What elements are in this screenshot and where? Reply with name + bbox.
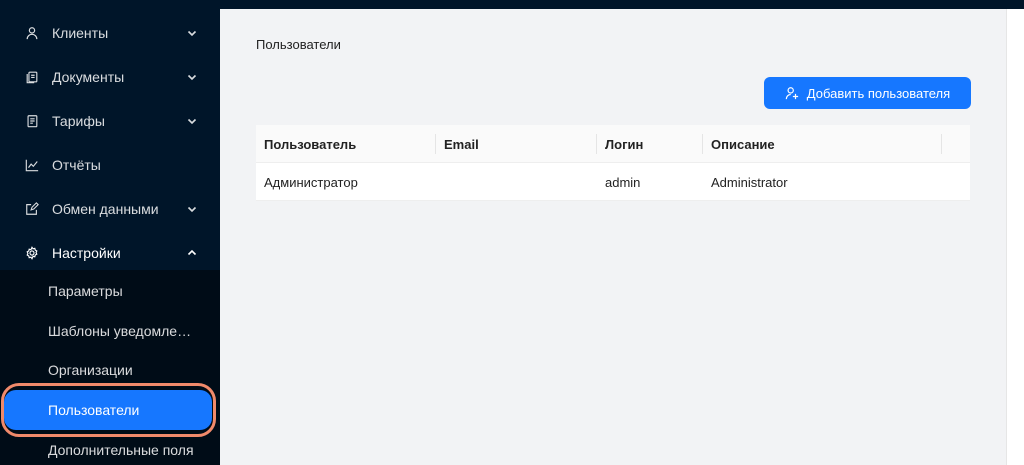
- scrollbar-track[interactable]: [1006, 9, 1024, 465]
- user-icon: [24, 25, 40, 41]
- add-user-button-label: Добавить пользователя: [806, 85, 951, 101]
- tariffs-icon: [24, 113, 40, 129]
- submenu-item-parameters[interactable]: Параметры: [0, 271, 220, 311]
- sidebar-item-reports[interactable]: Отчёты: [0, 145, 220, 185]
- chevron-down-icon: [186, 115, 198, 127]
- sidebar-item-settings[interactable]: Настройки: [0, 233, 220, 273]
- column-header-description[interactable]: Описание: [703, 125, 943, 163]
- column-header-user[interactable]: Пользователь: [256, 125, 436, 163]
- sidebar-item-label: Отчёты: [52, 157, 101, 173]
- chevron-down-icon: [186, 203, 198, 215]
- column-divider: [941, 134, 942, 154]
- edit-square-icon: [24, 201, 40, 217]
- users-table: Пользователь Email Логин Описание Админи…: [256, 125, 970, 201]
- chevron-down-icon: [186, 27, 198, 39]
- line-chart-icon: [24, 157, 40, 173]
- cell-email: [436, 163, 597, 201]
- header-bar: [220, 0, 1024, 9]
- submenu-item-label: Дополнительные поля: [48, 442, 194, 458]
- chevron-down-icon: [186, 71, 198, 83]
- submenu-item-notification-templates[interactable]: Шаблоны уведомлений: [0, 311, 220, 351]
- highlight-annotation: [1, 383, 216, 437]
- sidebar-item-data-exchange[interactable]: Обмен данными: [0, 189, 220, 229]
- table-row[interactable]: Администратор admin Administrator: [256, 163, 970, 201]
- user-add-icon: [785, 86, 799, 100]
- sidebar-item-label: Настройки: [52, 245, 121, 261]
- cell-description: Administrator: [711, 174, 788, 190]
- sidebar-item-clients[interactable]: Клиенты: [0, 13, 220, 53]
- gear-icon: [24, 245, 40, 261]
- page-title: Пользователи: [256, 37, 341, 52]
- submenu-item-label: Шаблоны уведомлений: [48, 323, 198, 339]
- table-header: Пользователь Email Логин Описание: [256, 125, 970, 163]
- column-header-email[interactable]: Email: [436, 125, 597, 163]
- column-header-login[interactable]: Логин: [597, 125, 703, 163]
- cell-user: Администратор: [264, 174, 358, 190]
- sidebar-item-documents[interactable]: Документы: [0, 57, 220, 97]
- submenu-item-label: Организации: [48, 362, 133, 378]
- documents-icon: [24, 69, 40, 85]
- sidebar-item-label: Тарифы: [52, 113, 105, 129]
- submenu-item-label: Параметры: [48, 283, 123, 299]
- add-user-button[interactable]: Добавить пользователя: [764, 77, 971, 109]
- sidebar-item-label: Обмен данными: [52, 201, 159, 217]
- main-content: Пользователи Добавить пользователя Польз…: [220, 9, 1006, 465]
- sidebar: Клиенты Документы Тарифы Отчёты Обмен да…: [0, 0, 220, 465]
- sidebar-item-label: Документы: [52, 69, 125, 85]
- sidebar-item-label: Клиенты: [52, 25, 109, 41]
- cell-login: admin: [605, 174, 641, 190]
- chevron-up-icon: [186, 247, 198, 259]
- sidebar-item-tariffs[interactable]: Тарифы: [0, 101, 220, 141]
